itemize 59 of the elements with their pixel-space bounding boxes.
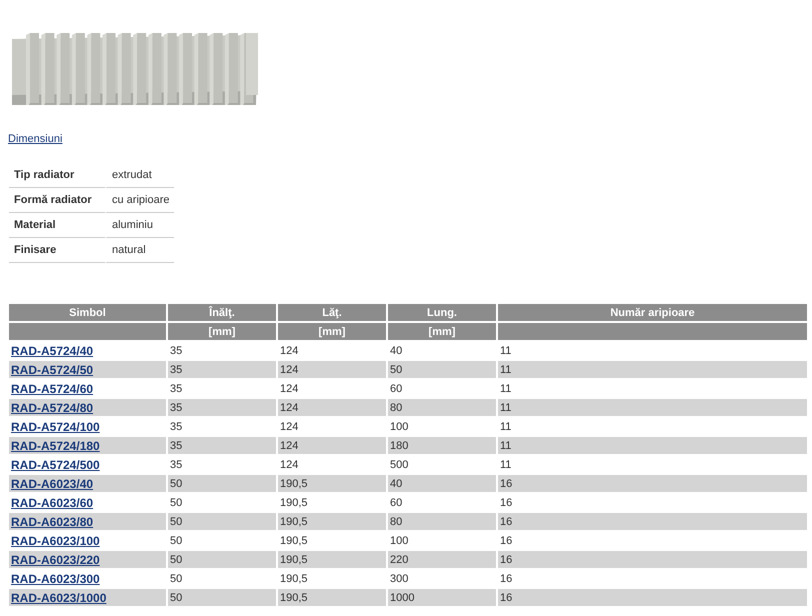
table-cell: 180 (387, 436, 497, 455)
table-cell: 50 (167, 512, 277, 531)
table-cell: 1000 (387, 588, 497, 606)
spec-value: natural (105, 238, 174, 263)
table-cell: 80 (387, 512, 497, 531)
table-cell: 80 (387, 398, 497, 417)
table-cell: 124 (277, 398, 387, 417)
product-link[interactable]: RAD-A6023/220 (11, 552, 100, 566)
spec-label: Tip radiator (9, 163, 105, 188)
table-cell: 50 (167, 474, 277, 493)
dimensions-link[interactable]: Dimensiuni (8, 133, 62, 145)
column-header: Lăţ. (277, 304, 387, 322)
table-cell: 190,5 (277, 512, 387, 531)
table-cell: 35 (167, 360, 277, 379)
table-cell: 124 (277, 360, 387, 379)
product-link[interactable]: RAD-A6023/80 (11, 514, 94, 528)
spec-value: aluminiu (105, 213, 174, 238)
table-cell: 124 (277, 436, 387, 455)
product-link[interactable]: RAD-A5724/180 (11, 438, 100, 452)
spec-label: Finisare (9, 238, 105, 263)
table-cell: 35 (167, 436, 277, 455)
product-link[interactable]: RAD-A6023/300 (11, 572, 100, 586)
table-cell: 190,5 (277, 550, 387, 569)
table-cell: 40 (387, 474, 497, 493)
column-header: Înălţ. (167, 304, 277, 322)
table-cell: 16 (497, 512, 807, 531)
product-link[interactable]: RAD-A6023/60 (11, 496, 94, 510)
spec-value: cu aripioare (105, 188, 174, 213)
table-cell: 16 (497, 588, 807, 606)
spec-value: extrudat (105, 163, 174, 188)
table-cell: 50 (167, 588, 277, 606)
column-unit: [mm] (167, 322, 277, 341)
product-link[interactable]: RAD-A6023/40 (11, 476, 94, 490)
table-cell: 16 (497, 474, 807, 493)
table-cell: 11 (497, 398, 807, 417)
column-header: Număr aripioare (497, 304, 807, 322)
table-cell: 11 (497, 360, 807, 379)
column-unit: [mm] (277, 322, 387, 341)
column-unit: [mm] (387, 322, 497, 341)
product-link[interactable]: RAD-A5724/60 (11, 382, 94, 396)
table-cell: 220 (387, 550, 497, 569)
product-link[interactable]: RAD-A6023/100 (11, 534, 100, 548)
table-cell: 50 (387, 360, 497, 379)
spec-label: Formă radiator (9, 188, 105, 213)
table-cell: 190,5 (277, 474, 387, 493)
product-link[interactable]: RAD-A5724/80 (11, 400, 94, 414)
table-cell: 11 (497, 436, 807, 455)
product-link[interactable]: RAD-A5724/50 (11, 362, 94, 376)
table-cell: 35 (167, 398, 277, 417)
column-header: Simbol (9, 304, 167, 322)
table-cell: 16 (497, 550, 807, 569)
product-link[interactable]: RAD-A5724/500 (11, 458, 100, 472)
product-link[interactable]: RAD-A5724/100 (11, 420, 100, 434)
table-cell: 50 (167, 550, 277, 569)
table-cell: 190,5 (277, 588, 387, 606)
product-link[interactable]: RAD-A6023/1000 (11, 590, 106, 604)
column-header: Lung. (387, 304, 497, 322)
product-link[interactable]: RAD-A5724/40 (11, 344, 94, 358)
spec-label: Material (9, 213, 105, 238)
